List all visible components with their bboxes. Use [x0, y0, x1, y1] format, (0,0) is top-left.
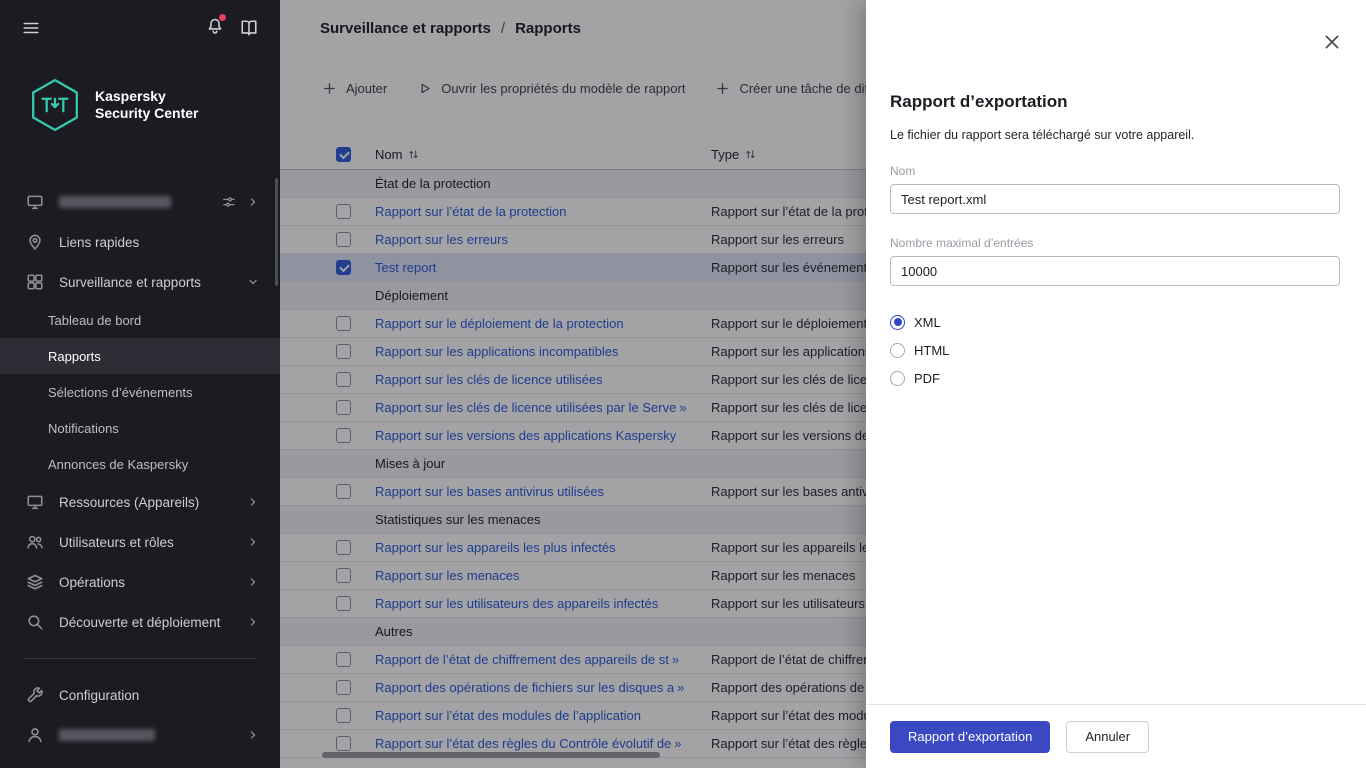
max-entries-input[interactable]: [890, 256, 1340, 286]
format-radio-html[interactable]: HTML: [890, 336, 1340, 364]
export-report-panel: Rapport d’exportation Le fichier du rapp…: [866, 0, 1366, 768]
format-radio-xml[interactable]: XML: [890, 308, 1340, 336]
grid-icon: [26, 273, 44, 291]
sidebar-item-label: Notifications: [48, 420, 119, 436]
sidebar-divider: [24, 658, 256, 659]
sidebar-item-ressources-appareils[interactable]: Ressources (Appareils): [0, 482, 280, 522]
app-title: Kaspersky Security Center: [95, 88, 198, 122]
kaspersky-hexagon-logo-icon: [32, 78, 78, 132]
sidebar-nav: Liens rapides Surveillance et rapports Tab…: [0, 182, 280, 755]
format-radio-pdf[interactable]: PDF: [890, 364, 1340, 392]
layers-icon: [26, 573, 44, 591]
sidebar-item-surveillance-et-rapports[interactable]: Surveillance et rapports: [0, 262, 280, 302]
chevron-right-icon: [246, 535, 260, 549]
modal-dim-overlay[interactable]: [280, 0, 866, 768]
panel-title: Rapport d’exportation: [890, 92, 1068, 111]
search-icon: [26, 613, 44, 631]
trailing-icons: [246, 615, 260, 629]
chevron-right-icon: [246, 615, 260, 629]
sliders-icon: [222, 195, 236, 209]
export-report-button[interactable]: Rapport d’exportation: [890, 720, 1051, 753]
radio-button[interactable]: [890, 370, 905, 386]
person-icon: [26, 726, 44, 744]
chevron-right-icon: [246, 195, 260, 209]
wrench-icon: [26, 686, 44, 704]
trailing-icons: [246, 728, 260, 742]
cancel-button[interactable]: Annuler: [1066, 720, 1150, 753]
app-title-line1: Kaspersky: [95, 88, 166, 104]
sidebar-item-selections-d-evenements[interactable]: Sélections d’événements: [0, 374, 280, 410]
sidebar-scrollbar-thumb[interactable]: [275, 178, 278, 286]
sidebar-item-masked-server[interactable]: [0, 182, 280, 222]
sidebar-item-label: Sélections d’événements: [48, 384, 193, 400]
users-icon: [26, 533, 44, 551]
sidebar-item-label: Utilisateurs et rôles: [59, 534, 174, 550]
trailing-icons: [222, 195, 260, 209]
close-icon[interactable]: [1322, 32, 1342, 52]
sidebar-item-masked-user[interactable]: [0, 715, 280, 755]
masked-user-name: [59, 729, 155, 741]
chevron-down-icon: [246, 275, 260, 289]
file-name-input[interactable]: [890, 184, 1340, 214]
chevron-right-icon: [246, 495, 260, 509]
chevron-right-icon: [246, 575, 260, 589]
sidebar-item-configuration[interactable]: Configuration: [0, 675, 280, 715]
sidebar-item-label: Rapports: [48, 348, 101, 364]
max-entries-label: Nombre maximal d’entrées: [890, 236, 1034, 250]
sidebar-item-label: Ressources (Appareils): [59, 494, 200, 510]
sidebar-item-liens-rapides[interactable]: Liens rapides: [0, 222, 280, 262]
sidebar-top-bar: [0, 0, 280, 56]
format-radio-group: XML HTML PDF: [890, 308, 1340, 392]
sidebar-item-label: Configuration: [59, 687, 140, 703]
trailing-icons: [246, 535, 260, 549]
help-guide-icon[interactable]: [240, 19, 258, 37]
trailing-icons: [246, 575, 260, 589]
sidebar-item-label: Tableau de bord: [48, 312, 142, 328]
trailing-icons: [246, 275, 260, 289]
sidebar-item-operations[interactable]: Opérations: [0, 562, 280, 602]
sidebar-item-decouverte-et-deploiement[interactable]: Découverte et déploiement: [0, 602, 280, 642]
notifications-bell-button[interactable]: [206, 13, 226, 40]
app-title-line2: Security Center: [95, 105, 199, 121]
monitor-icon: [26, 493, 44, 511]
panel-subtitle: Le fichier du rapport sera téléchargé su…: [890, 128, 1195, 142]
sidebar-item-annonces-de-kaspersky[interactable]: Annonces de Kaspersky: [0, 446, 280, 482]
hamburger-menu-icon[interactable]: [22, 19, 40, 37]
trailing-icons: [246, 495, 260, 509]
radio-button[interactable]: [890, 314, 905, 330]
sidebar-item-label: Surveillance et rapports: [59, 274, 201, 290]
panel-footer: Rapport d’exportation Annuler: [866, 704, 1366, 768]
chevron-right-icon: [246, 728, 260, 742]
pin-icon: [26, 233, 44, 251]
sidebar-item-label: Opérations: [59, 574, 126, 590]
radio-label: PDF: [914, 370, 940, 386]
sidebar-item-label: Annonces de Kaspersky: [48, 456, 189, 472]
masked-server-name: [59, 196, 171, 208]
sidebar-item-notifications[interactable]: Notifications: [0, 410, 280, 446]
radio-button[interactable]: [890, 342, 905, 358]
sidebar: Kaspersky Security Center Liens rapides S…: [0, 0, 280, 768]
sidebar-item-label: Liens rapides: [59, 234, 140, 250]
radio-label: XML: [914, 314, 941, 330]
app-logo: Kaspersky Security Center: [0, 56, 280, 140]
name-field-label: Nom: [890, 164, 916, 178]
sidebar-item-utilisateurs-et-roles[interactable]: Utilisateurs et rôles: [0, 522, 280, 562]
notification-dot: [219, 13, 226, 21]
sidebar-item-label: Découverte et déploiement: [59, 614, 221, 630]
sidebar-item-rapports[interactable]: Rapports: [0, 338, 280, 374]
sidebar-item-tableau-de-bord[interactable]: Tableau de bord: [0, 302, 280, 338]
radio-label: HTML: [914, 342, 950, 358]
monitor-icon: [26, 193, 44, 211]
